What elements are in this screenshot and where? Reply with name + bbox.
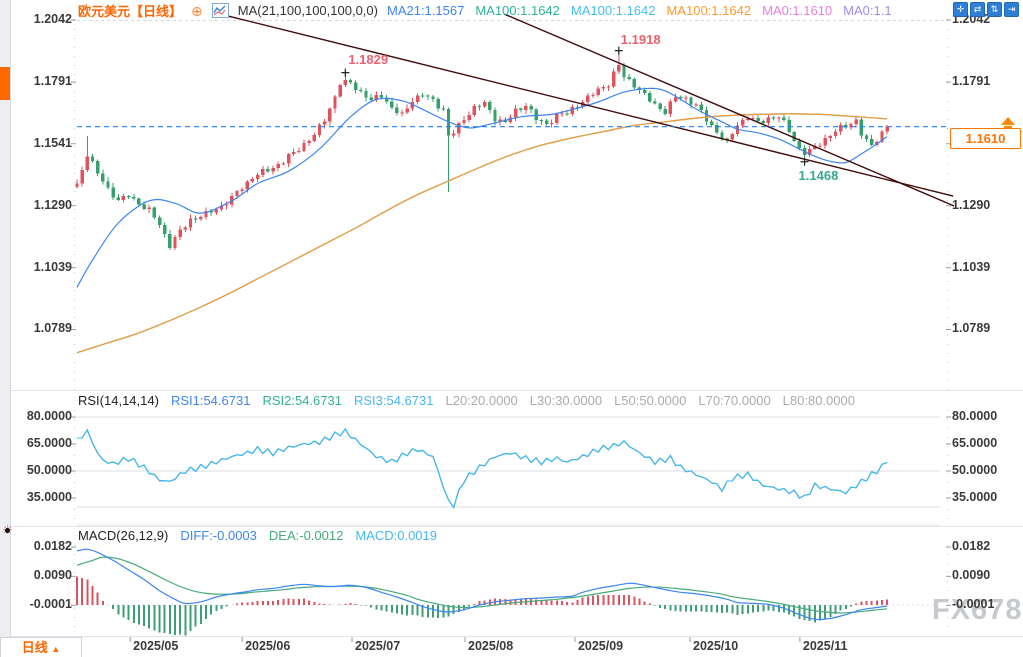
symbol-name: 欧元美元 bbox=[78, 4, 130, 19]
macd-axis-label-left: -0.0001 bbox=[10, 597, 72, 611]
rsi-level-label: L20:20.0000 bbox=[445, 393, 517, 408]
side-rail-thumb[interactable] bbox=[0, 67, 10, 100]
rsi-level-label: L70:70.0000 bbox=[698, 393, 770, 408]
ma-values: MA21:1.1567 MA100:1.1642 MA100:1.1642 MA100… bbox=[387, 3, 892, 18]
rsi-axis-label-right: 65.0000 bbox=[952, 436, 1018, 450]
settings-sun-icon[interactable]: ☀ bbox=[0, 523, 15, 538]
shift-right-icon[interactable]: ⇥ bbox=[1004, 2, 1019, 17]
month-label: 2025/06 bbox=[245, 639, 290, 653]
ma-value-label: MA100:1.1642 bbox=[571, 3, 656, 18]
circle-plus-icon[interactable]: ⊕ bbox=[191, 4, 203, 18]
macd-value-label: MACD:0.0019 bbox=[355, 528, 437, 543]
month-label: 2025/08 bbox=[468, 639, 513, 653]
ma-value-label: MA100:1.1642 bbox=[666, 3, 751, 18]
chart-header: 欧元美元【日线】 ⊕ MA(21,100,100,100,0,0) MA21:1… bbox=[78, 2, 892, 19]
current-price-tag: 1.1610 bbox=[950, 128, 1021, 149]
rsi-value-label: RSI3:54.6731 bbox=[354, 393, 434, 408]
month-label: 2025/05 bbox=[133, 639, 178, 653]
price-axis-label-right: 1.0789 bbox=[952, 321, 1018, 335]
cross-marker-2 bbox=[615, 47, 623, 55]
rsi-title: RSI(14,14,14) bbox=[78, 393, 159, 408]
rsi-header: RSI(14,14,14) RSI1:54.6731 RSI2:54.6731 RS… bbox=[78, 393, 855, 408]
macd-value-label: DIFF:-0.0003 bbox=[180, 528, 257, 543]
ma-line-ma21-blue bbox=[77, 88, 887, 287]
ma-settings-label: MA(21,100,100,100,0,0) bbox=[238, 3, 378, 18]
symbol-title: 欧元美元【日线】 bbox=[78, 1, 182, 20]
rsi-level-label: L50:50.0000 bbox=[614, 393, 686, 408]
ma-value-label: MA0:1.1610 bbox=[762, 3, 832, 18]
toolbar: ✛⇄⇅⇥ bbox=[953, 2, 1019, 17]
price-axis-label-left: 1.1290 bbox=[10, 198, 72, 212]
price-axis-label-left: 1.1791 bbox=[10, 74, 72, 88]
period-button[interactable]: 日线 ▲ bbox=[0, 637, 82, 657]
price-axis-label-left: 1.1039 bbox=[10, 260, 72, 274]
ma-value-label: MA0:1.1 bbox=[843, 3, 891, 18]
cross-marker-1 bbox=[341, 69, 349, 77]
price-annotation-3: 1.1468 bbox=[799, 168, 839, 183]
month-label: 2025/07 bbox=[355, 639, 400, 653]
price-axis-label-left: 1.0789 bbox=[10, 321, 72, 335]
rsi-axis-label-left: 65.0000 bbox=[10, 436, 72, 450]
price-axis-label-left: 1.2042 bbox=[10, 12, 72, 26]
rsi-level-label: L80:80.0000 bbox=[783, 393, 855, 408]
ma-value-label: MA100:1.1642 bbox=[475, 3, 560, 18]
price-up-arrow-icon bbox=[1001, 117, 1015, 125]
chart-canvas[interactable] bbox=[0, 0, 1023, 657]
pan-icon[interactable]: ✛ bbox=[953, 2, 968, 17]
macd-axis-label-right: 0.0090 bbox=[952, 568, 1018, 582]
macd-axis-label-left: 0.0090 bbox=[10, 568, 72, 582]
rsi-axis-label-right: 80.0000 bbox=[952, 409, 1018, 423]
rsi-axis-label-left: 80.0000 bbox=[10, 409, 72, 423]
macd-axis-label-right: -0.0001 bbox=[952, 597, 1018, 611]
price-annotation-2: 1.1918 bbox=[621, 32, 661, 47]
rsi-level-label: L30:30.0000 bbox=[530, 393, 602, 408]
chevron-up-icon: ▲ bbox=[51, 644, 60, 654]
price-up-arrow-bar bbox=[1004, 126, 1012, 128]
price-axis-label-right: 1.1791 bbox=[952, 74, 1018, 88]
price-annotation-1: 1.1829 bbox=[348, 52, 388, 67]
scale-y-icon[interactable]: ⇅ bbox=[987, 2, 1002, 17]
sun-core bbox=[5, 528, 10, 533]
macd-axis-label-left: 0.0182 bbox=[10, 539, 72, 553]
macd-diff-line bbox=[77, 549, 887, 619]
macd-header: MACD(26,12,9) DIFF:-0.0003 DEA:-0.0012 MAC… bbox=[78, 528, 437, 543]
chart-app: FX678 ☀ 欧元美元【日线】 ⊕ MA(21,100,100,100,0,0… bbox=[0, 0, 1023, 657]
price-axis-label-right: 1.1039 bbox=[952, 260, 1018, 274]
month-label: 2025/09 bbox=[578, 639, 623, 653]
rsi-axis-label-right: 35.0000 bbox=[952, 490, 1018, 504]
side-rail bbox=[0, 0, 11, 657]
rsi-value-label: RSI2:54.6731 bbox=[262, 393, 342, 408]
rsi-axis-label-left: 35.0000 bbox=[10, 490, 72, 504]
month-label: 2025/11 bbox=[803, 639, 848, 653]
macd-value-label: DEA:-0.0012 bbox=[269, 528, 343, 543]
scale-x-icon[interactable]: ⇄ bbox=[970, 2, 985, 17]
macd-axis-label-right: 0.0182 bbox=[952, 539, 1018, 553]
rsi-line-RSI3 bbox=[77, 429, 887, 508]
trendline-1 bbox=[228, 16, 953, 196]
period-tag: 【日线】 bbox=[130, 4, 182, 19]
price-axis-label-right: 1.1290 bbox=[952, 198, 1018, 212]
month-label: 2025/10 bbox=[693, 639, 738, 653]
rsi-axis-label-right: 50.0000 bbox=[952, 463, 1018, 477]
rsi-value-label: RSI1:54.6731 bbox=[171, 393, 251, 408]
period-button-label: 日线 bbox=[22, 640, 48, 655]
candle-series bbox=[885, 127, 888, 132]
rsi-axis-label-left: 50.0000 bbox=[10, 463, 72, 477]
ma-value-label: MA21:1.1567 bbox=[387, 3, 464, 18]
ma-indicator-icon[interactable] bbox=[212, 3, 229, 18]
macd-title: MACD(26,12,9) bbox=[78, 528, 168, 543]
price-axis-label-left: 1.1541 bbox=[10, 136, 72, 150]
